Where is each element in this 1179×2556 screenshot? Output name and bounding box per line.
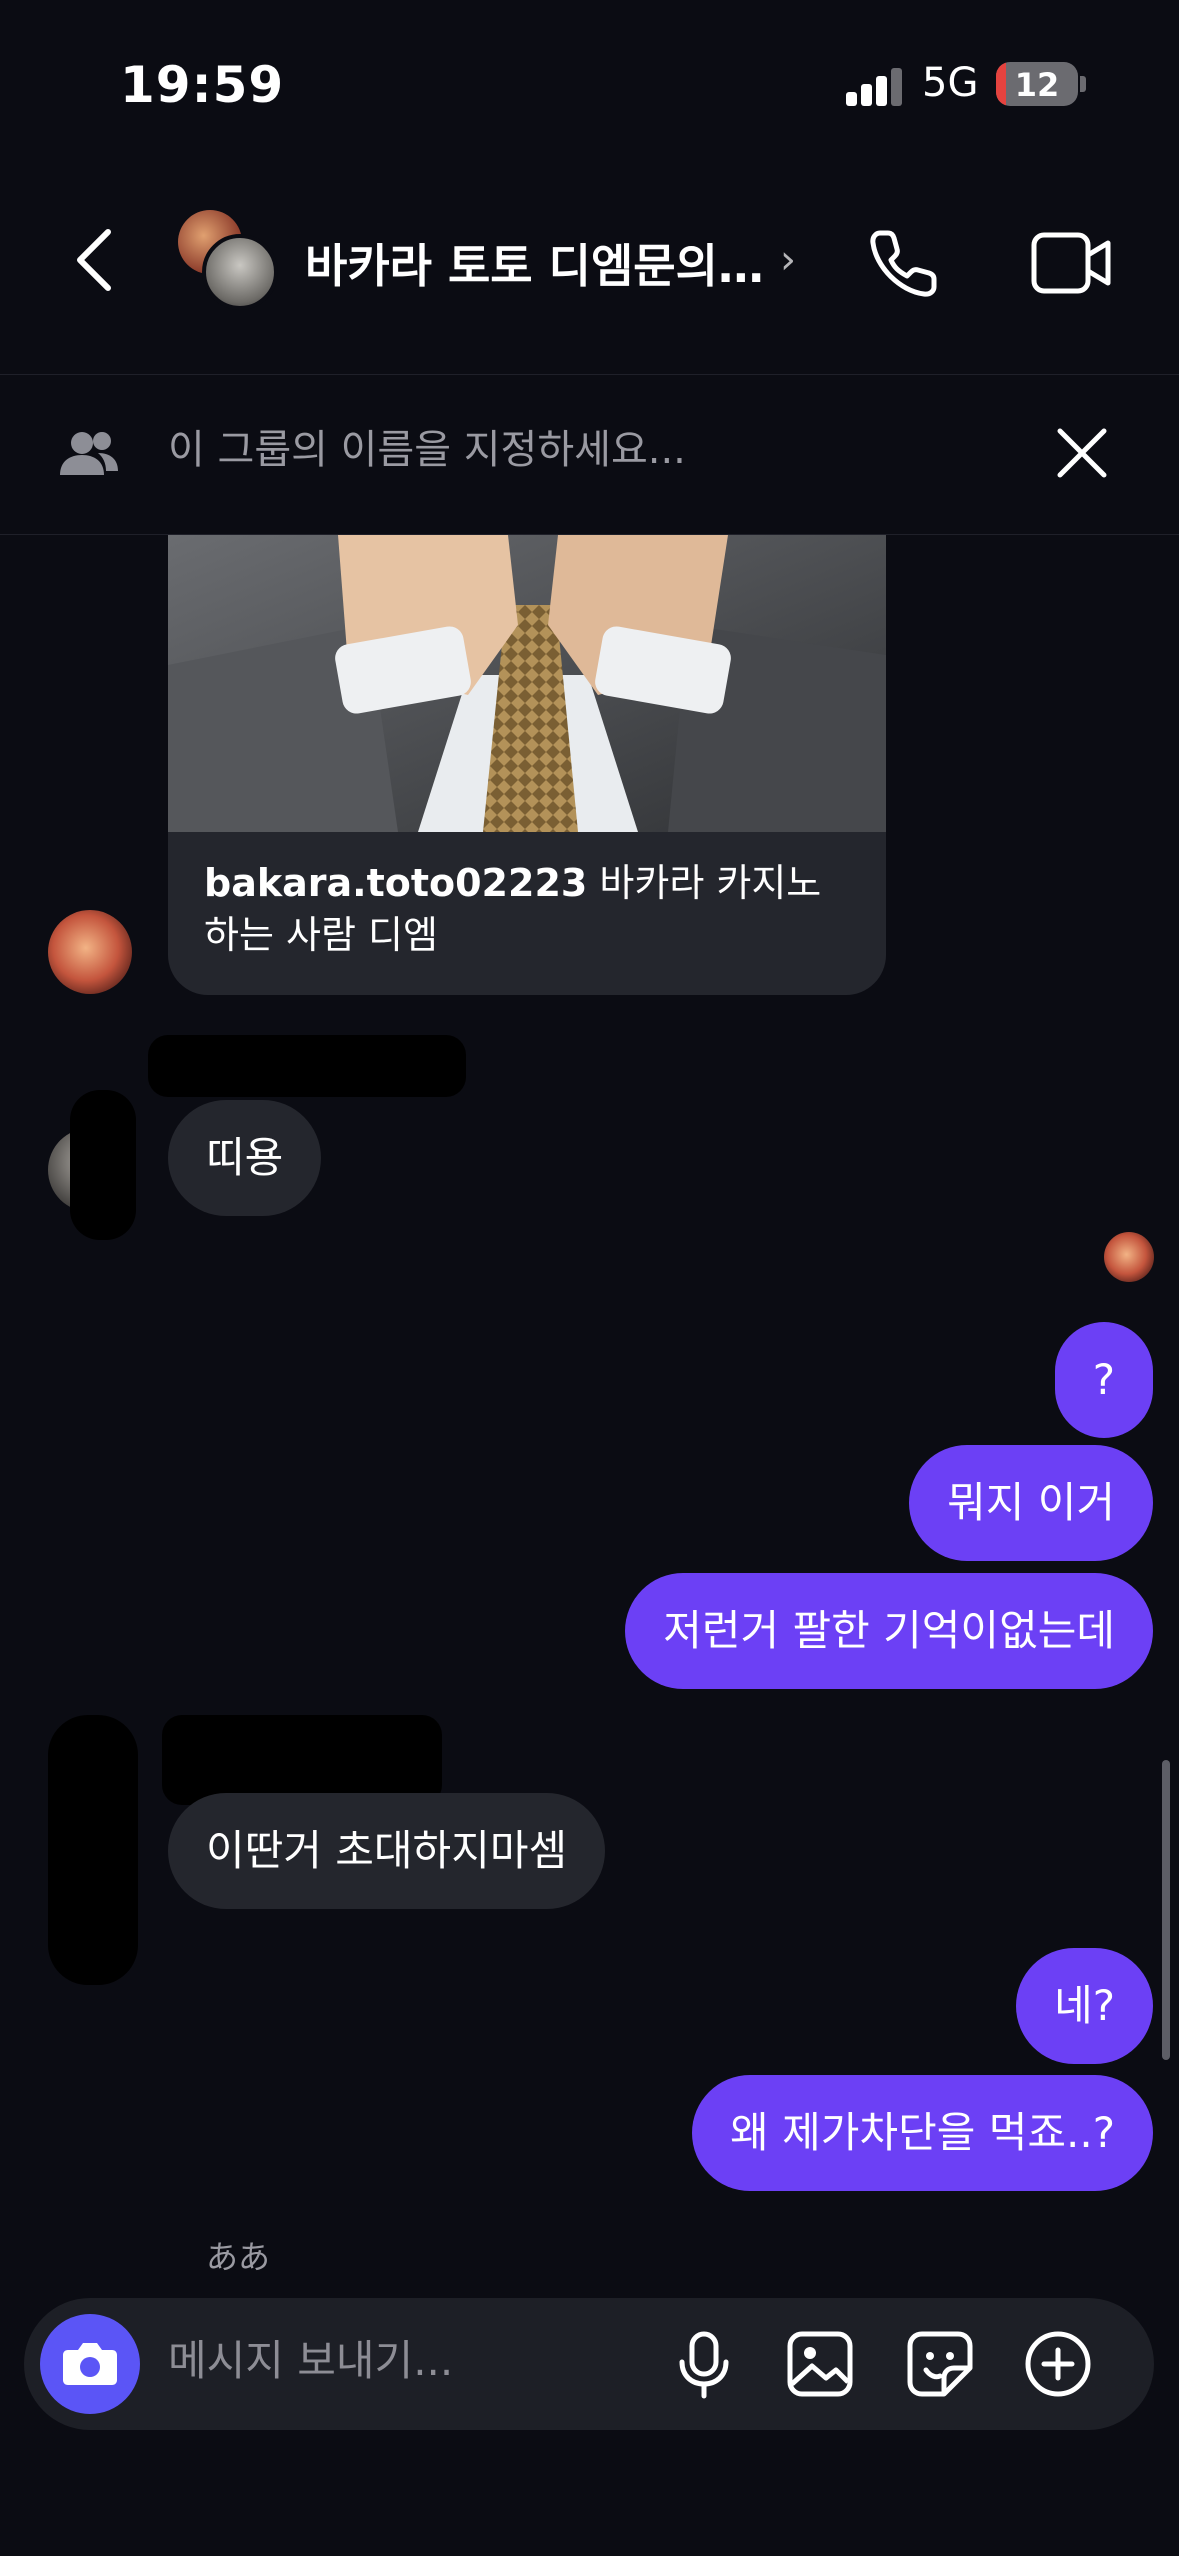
back-button[interactable] bbox=[60, 220, 130, 300]
message-bubble-out[interactable]: 저런거 팔한 기억이없는데 bbox=[625, 1573, 1153, 1689]
close-icon bbox=[1057, 428, 1107, 478]
message-bubble-out[interactable]: ? bbox=[1054, 1322, 1153, 1438]
phone-icon bbox=[870, 230, 937, 297]
scrollbar[interactable] bbox=[1162, 1760, 1170, 2060]
gallery-button[interactable] bbox=[784, 2328, 856, 2400]
message-bubble-out[interactable]: 네? bbox=[1016, 1948, 1153, 2064]
avatar[interactable] bbox=[48, 910, 132, 994]
battery-level: 12 bbox=[1014, 66, 1060, 104]
chat-header: 바카라 토토 디엠문의.… › bbox=[0, 175, 1179, 375]
sticker-button[interactable] bbox=[904, 2328, 976, 2400]
people-icon bbox=[60, 432, 118, 475]
more-options-button[interactable] bbox=[1022, 2328, 1094, 2400]
close-banner-button[interactable] bbox=[1052, 423, 1112, 483]
message-composer bbox=[24, 2298, 1154, 2430]
video-call-button[interactable] bbox=[1030, 227, 1114, 299]
network-type: 5G bbox=[922, 60, 979, 106]
message-input[interactable] bbox=[168, 2336, 668, 2385]
camera-button[interactable] bbox=[40, 2314, 140, 2414]
video-camera-icon bbox=[1031, 232, 1111, 294]
message-bubble-out[interactable]: 왜 제가차단을 먹죠..? bbox=[692, 2075, 1153, 2191]
post-caption: bakara.toto02223 바카라 카지노하는 사람 디엠 bbox=[204, 857, 824, 961]
signal-strength-icon bbox=[846, 66, 906, 106]
microphone-icon bbox=[679, 2331, 729, 2399]
post-photo bbox=[168, 535, 886, 832]
avatar bbox=[202, 234, 278, 310]
battery-tip bbox=[1080, 76, 1086, 92]
status-bar: 19:59 5G 12 bbox=[0, 0, 1179, 175]
camera-icon bbox=[63, 2343, 117, 2385]
group-name-banner bbox=[0, 375, 1179, 535]
group-name-input[interactable] bbox=[168, 427, 968, 473]
image-icon bbox=[787, 2331, 853, 2397]
redaction-mark bbox=[48, 1715, 138, 1985]
redaction-mark bbox=[70, 1090, 136, 1240]
sticker-icon bbox=[907, 2331, 973, 2397]
post-image bbox=[168, 535, 886, 832]
message-bubble-in[interactable]: 이딴거 초대하지마셈 bbox=[168, 1793, 606, 1909]
voice-message-button[interactable] bbox=[668, 2328, 740, 2400]
voice-call-button[interactable] bbox=[866, 225, 942, 301]
plus-circle-icon bbox=[1025, 2331, 1091, 2397]
chevron-right-icon: › bbox=[780, 237, 796, 283]
message-bubble-in[interactable]: 띠용 bbox=[168, 1100, 322, 1216]
seen-avatar bbox=[1104, 1232, 1154, 1282]
message-bubble-out[interactable]: 뭐지 이거 bbox=[909, 1445, 1153, 1561]
chat-title[interactable]: 바카라 토토 디엠문의.… bbox=[305, 230, 765, 296]
sender-name-label: ああ bbox=[206, 2238, 271, 2276]
status-time: 19:59 bbox=[120, 56, 285, 114]
battery-icon: 12 bbox=[996, 62, 1078, 106]
chevron-left-icon bbox=[77, 229, 111, 291]
shared-post-card[interactable]: bakara.toto02223 바카라 카지노하는 사람 디엠 bbox=[168, 535, 886, 995]
redacted-name bbox=[162, 1715, 442, 1805]
post-username[interactable]: bakara.toto02223 bbox=[204, 861, 587, 905]
redacted-name bbox=[148, 1035, 466, 1097]
group-avatar[interactable] bbox=[178, 210, 278, 310]
